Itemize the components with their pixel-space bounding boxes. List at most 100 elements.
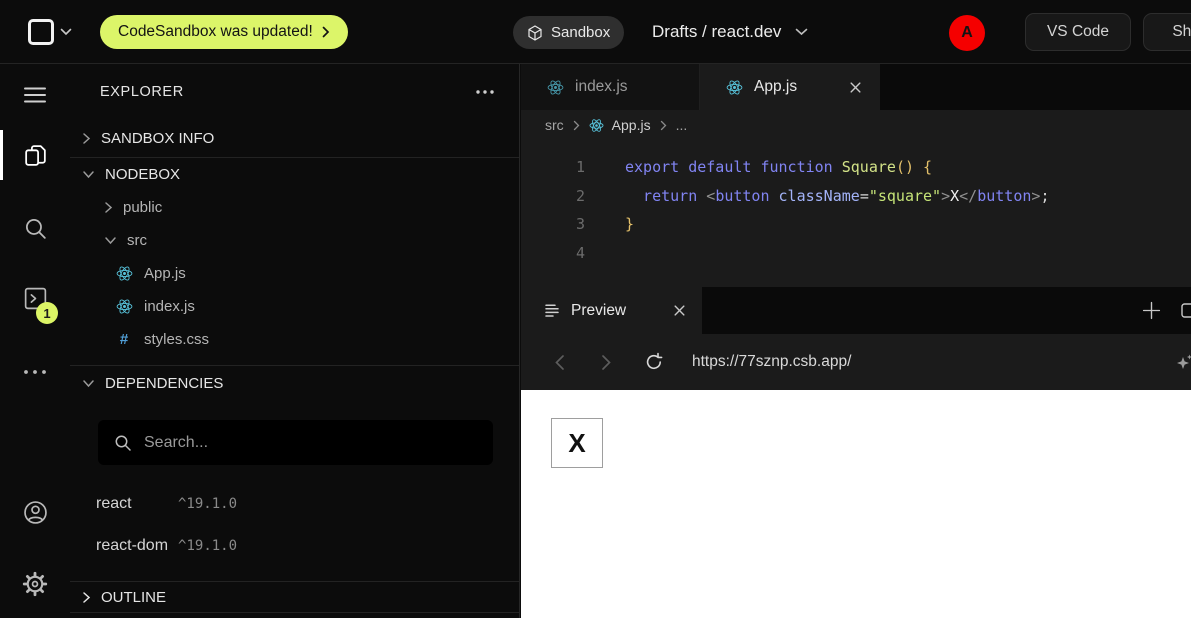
breadcrumb-more: ... — [676, 117, 688, 133]
code-line-content: return <button className="square">X</but… — [585, 182, 1049, 211]
dependency-version: ^19.1.0 — [178, 496, 237, 512]
codesandbox-logo-icon[interactable] — [28, 19, 54, 45]
breadcrumb-file: App.js — [589, 117, 651, 133]
project-breadcrumb-label: Drafts / react.dev — [652, 22, 781, 42]
square-button[interactable]: X — [551, 418, 603, 468]
breadcrumb-file-label: App.js — [612, 117, 651, 133]
file-index-js-label: index.js — [144, 298, 195, 315]
react-icon — [114, 298, 134, 315]
code-line-content: export default function Square() { — [585, 153, 932, 182]
section-dependencies-label: DEPENDENCIES — [105, 375, 223, 392]
file-package-json[interactable]: {} package.json — [70, 356, 519, 365]
code-token — [770, 187, 779, 205]
code-line: 2 return <button className="square">X</b… — [521, 182, 1191, 211]
file-app-js[interactable]: App.js — [70, 257, 519, 290]
tab-app-js[interactable]: App.js — [700, 64, 880, 110]
folder-public-label: public — [123, 199, 162, 216]
close-icon[interactable] — [673, 304, 686, 317]
ai-sparkle-icon[interactable] — [1176, 354, 1191, 371]
file-app-js-label: App.js — [144, 265, 186, 282]
folder-public[interactable]: public — [70, 191, 519, 224]
chevron-right-icon — [104, 201, 113, 214]
code-token: Square — [842, 158, 896, 176]
chevron-right-icon — [82, 132, 91, 145]
editor-tab-bar: index.js App.js — [521, 64, 1191, 110]
line-number: 2 — [521, 182, 585, 211]
react-icon — [724, 79, 744, 96]
activity-bar: 1 — [0, 64, 70, 618]
code-line-content: } — [585, 210, 634, 239]
forward-icon[interactable] — [590, 346, 623, 379]
menu-icon[interactable] — [0, 73, 70, 117]
update-banner-button[interactable]: CodeSandbox was updated! — [100, 15, 348, 49]
code-line: 4 — [521, 239, 1191, 268]
terminal-icon[interactable] — [0, 276, 70, 320]
more-actions-icon[interactable] — [0, 350, 70, 394]
chevron-down-icon — [82, 170, 95, 179]
tab-index-js[interactable]: index.js — [521, 64, 700, 110]
react-icon — [589, 118, 605, 133]
sandbox-badge[interactable]: Sandbox — [513, 16, 624, 49]
update-banner-label: CodeSandbox was updated! — [118, 23, 313, 41]
file-index-js[interactable]: index.js — [70, 290, 519, 323]
breadcrumb-folder: src — [545, 117, 564, 133]
explorer-files-icon[interactable] — [0, 133, 70, 177]
dependency-name: react — [96, 495, 168, 513]
code-token: </ — [959, 187, 977, 205]
code-editor[interactable]: 1 export default function Square() { 2 r… — [521, 140, 1191, 287]
share-button[interactable]: Share — [1143, 13, 1191, 51]
preview-tab-bar: Preview — [521, 287, 1191, 334]
terminal-badge: 1 — [36, 302, 58, 324]
css-hash-icon: # — [114, 331, 134, 348]
refresh-icon[interactable] — [637, 346, 670, 379]
add-preview-icon[interactable] — [1142, 301, 1161, 320]
code-token: className — [779, 187, 860, 205]
folder-src[interactable]: src — [70, 224, 519, 257]
dependency-search-input[interactable] — [144, 434, 477, 452]
dependency-row-react[interactable]: react ^19.1.0 — [70, 483, 519, 525]
vs-code-button[interactable]: VS Code — [1025, 13, 1131, 51]
explorer-more-icon[interactable] — [475, 89, 495, 95]
line-number: 3 — [521, 210, 585, 239]
section-outline[interactable]: OUTLINE — [70, 581, 519, 613]
account-icon[interactable] — [0, 490, 70, 534]
sandbox-badge-label: Sandbox — [551, 24, 610, 41]
line-number: 1 — [521, 153, 585, 182]
preview-url[interactable]: https://77sznp.csb.app/ — [692, 353, 851, 371]
section-dependencies[interactable]: DEPENDENCIES — [70, 365, 519, 401]
top-bar: CodeSandbox was updated! Sandbox Drafts … — [0, 0, 1191, 64]
file-package-json-label: package.json — [144, 364, 232, 365]
breadcrumb[interactable]: src App.js ... — [521, 110, 1191, 140]
code-token: < — [706, 187, 715, 205]
chevron-right-icon — [660, 120, 667, 131]
code-line: 3 } — [521, 210, 1191, 239]
explorer-title: EXPLORER — [100, 84, 184, 100]
code-token: > — [941, 187, 950, 205]
file-styles-css[interactable]: # styles.css — [70, 323, 519, 356]
code-token: "square" — [869, 187, 941, 205]
line-number: 4 — [521, 239, 585, 268]
section-sandbox-info[interactable]: SANDBOX INFO — [70, 120, 519, 158]
tab-index-js-label: index.js — [575, 78, 628, 96]
project-breadcrumb[interactable]: Drafts / react.dev — [652, 0, 808, 64]
section-nodebox[interactable]: NODEBOX — [70, 158, 519, 191]
layout-icon[interactable] — [1181, 303, 1191, 318]
avatar[interactable]: A — [949, 15, 985, 51]
code-token: button — [715, 187, 769, 205]
back-icon[interactable] — [543, 346, 576, 379]
chevron-down-icon — [795, 28, 808, 36]
code-line-content — [585, 239, 625, 268]
search-icon[interactable] — [0, 206, 70, 250]
dependency-list: react ^19.1.0 react-dom ^19.1.0 — [70, 483, 519, 567]
tab-preview[interactable]: Preview — [521, 287, 702, 334]
chevron-right-icon — [322, 26, 330, 38]
close-icon[interactable] — [849, 81, 862, 94]
dependency-row-react-dom[interactable]: react-dom ^19.1.0 — [70, 525, 519, 567]
code-token: = — [860, 187, 869, 205]
editor-preview-column: index.js App.js src App.js — [521, 64, 1191, 618]
tab-app-js-label: App.js — [754, 78, 797, 96]
chevron-down-icon[interactable] — [60, 28, 72, 36]
settings-gear-icon[interactable] — [0, 562, 70, 606]
dependency-name: react-dom — [96, 537, 168, 555]
file-styles-css-label: styles.css — [144, 331, 209, 348]
